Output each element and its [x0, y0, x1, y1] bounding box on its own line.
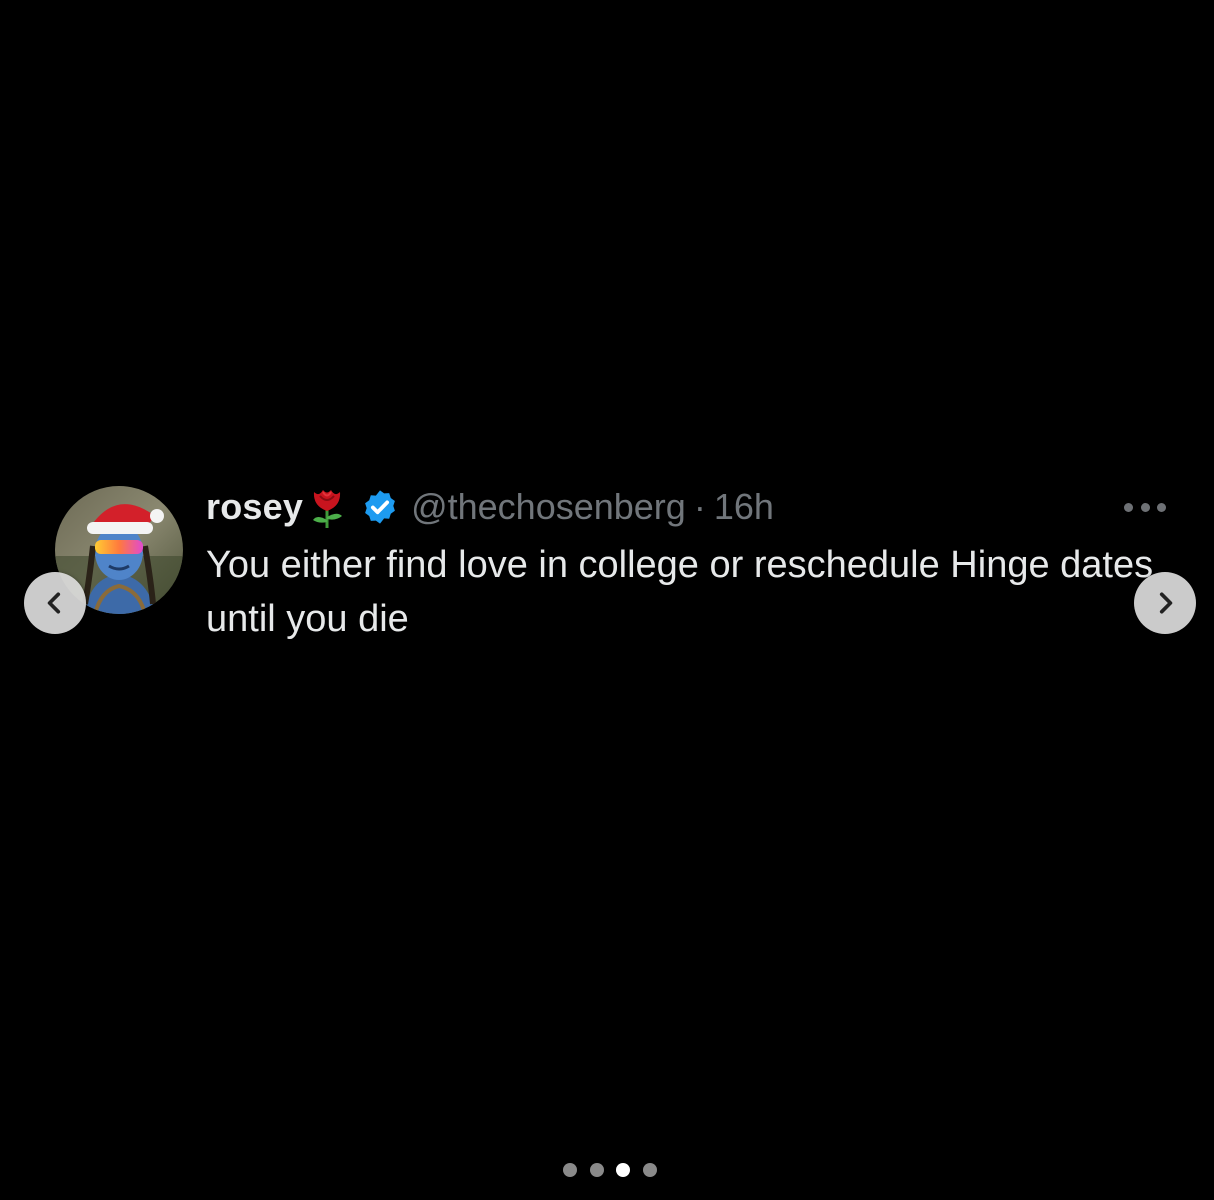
tweet-text: You either find love in college or resch… — [206, 544, 1154, 640]
carousel-dot-active[interactable] — [616, 1163, 631, 1177]
next-slide-button[interactable] — [1134, 572, 1196, 634]
previous-slide-button[interactable] — [24, 572, 86, 634]
carousel-dot[interactable] — [589, 1163, 604, 1177]
carousel-indicator — [563, 1162, 657, 1178]
carousel-dot[interactable] — [642, 1163, 657, 1177]
verified-badge-icon — [365, 490, 395, 524]
separator-dot: · — [693, 486, 706, 527]
tweet-timestamp[interactable]: 16h — [714, 486, 774, 528]
more-options-icon[interactable] — [1124, 500, 1166, 514]
user-handle[interactable]: @thechosenberg — [411, 486, 686, 528]
rose-emoji — [313, 490, 343, 528]
display-name[interactable]: rosey — [206, 486, 303, 528]
more-dot — [1140, 502, 1150, 512]
carousel-dot[interactable] — [563, 1163, 577, 1177]
tweet-header: rosey @thechosenberg · 16h — [206, 484, 774, 530]
more-dot — [1124, 502, 1133, 512]
more-dot — [1157, 502, 1166, 512]
chevron-left-icon — [47, 592, 61, 614]
chevron-right-icon — [1159, 592, 1173, 614]
